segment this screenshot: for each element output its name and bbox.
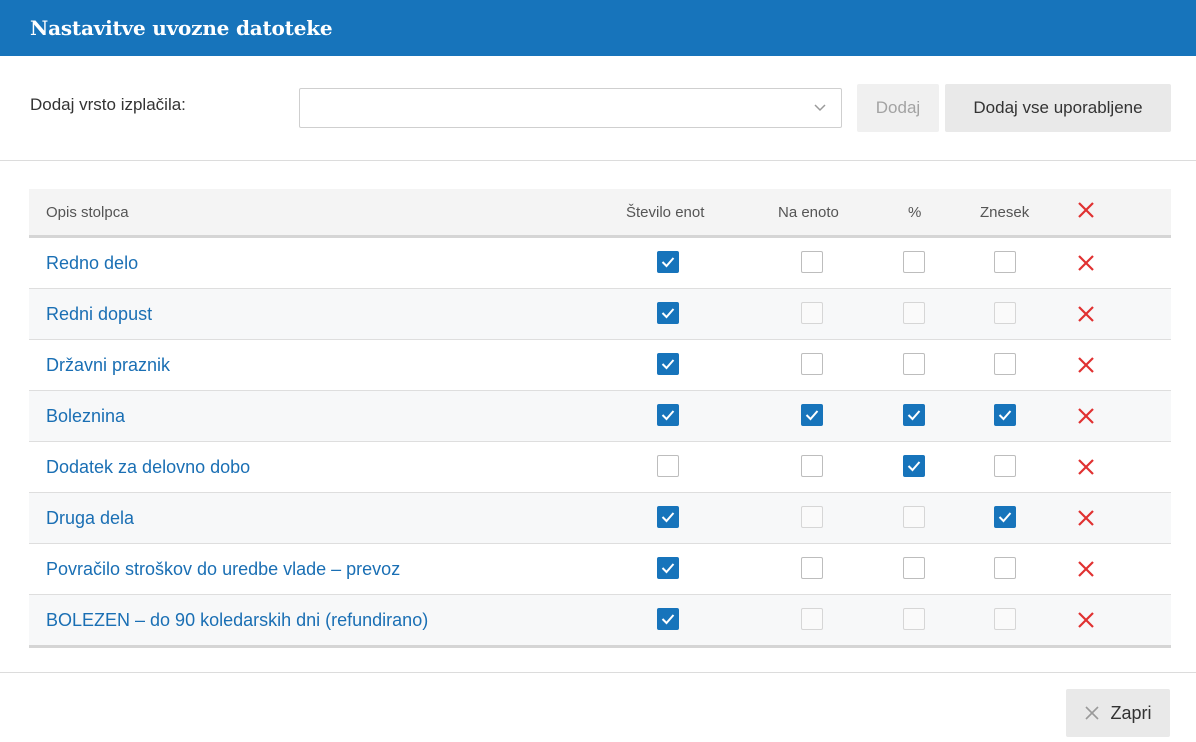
- chevron-down-icon: [814, 104, 826, 112]
- checkbox-units[interactable]: [657, 506, 679, 528]
- row-name-link[interactable]: Povračilo stroškov do uredbe vlade – pre…: [46, 544, 400, 594]
- payment-type-label: Dodaj vrsto izplačila:: [30, 95, 186, 114]
- delete-row-close-icon[interactable]: [1076, 457, 1096, 477]
- dialog-title: Nastavitve uvozne datoteke: [30, 16, 333, 40]
- checkbox-percent[interactable]: [903, 302, 925, 324]
- delete-row-close-icon[interactable]: [1076, 355, 1096, 375]
- checkbox-units[interactable]: [657, 455, 679, 477]
- check-icon: [661, 308, 675, 319]
- close-icon: [1085, 706, 1100, 720]
- checkbox-units[interactable]: [657, 251, 679, 273]
- checkbox-per-unit[interactable]: [801, 404, 823, 426]
- delete-row-close-icon[interactable]: [1076, 304, 1096, 324]
- checkbox-amount[interactable]: [994, 455, 1016, 477]
- check-icon: [661, 614, 675, 625]
- checkbox-amount[interactable]: [994, 353, 1016, 375]
- delete-row-close-icon[interactable]: [1076, 406, 1096, 426]
- table-row: Redni dopust: [29, 289, 1171, 340]
- payment-type-select[interactable]: [299, 88, 842, 128]
- delete-row-close-icon[interactable]: [1076, 559, 1096, 579]
- checkbox-percent[interactable]: [903, 557, 925, 579]
- close-button[interactable]: Zapri: [1066, 689, 1170, 737]
- checkbox-percent[interactable]: [903, 455, 925, 477]
- checkbox-amount[interactable]: [994, 251, 1016, 273]
- header-units: Število enot: [626, 203, 705, 221]
- table-row: BOLEZEN – do 90 koledarskih dni (refundi…: [29, 595, 1171, 648]
- row-name-link[interactable]: Druga dela: [46, 493, 134, 543]
- header-amount: Znesek: [980, 203, 1030, 221]
- checkbox-units[interactable]: [657, 557, 679, 579]
- table-row: Dodatek za delovno dobo: [29, 442, 1171, 493]
- checkbox-percent[interactable]: [903, 353, 925, 375]
- checkbox-amount[interactable]: [994, 404, 1016, 426]
- check-icon: [661, 563, 675, 574]
- checkbox-percent[interactable]: [903, 608, 925, 630]
- table-row: Boleznina: [29, 391, 1171, 442]
- checkbox-per-unit[interactable]: [801, 506, 823, 528]
- checkbox-units[interactable]: [657, 608, 679, 630]
- row-name-link[interactable]: Redni dopust: [46, 289, 152, 339]
- table-row: Povračilo stroškov do uredbe vlade – pre…: [29, 544, 1171, 595]
- check-icon: [907, 461, 921, 472]
- checkbox-units[interactable]: [657, 353, 679, 375]
- add-payment-type-bar: Dodaj vrsto izplačila: Dodaj Dodaj vse u…: [0, 56, 1196, 161]
- table-header: Opis stolpca Število enot Na enoto % Zne…: [29, 189, 1171, 238]
- checkbox-amount[interactable]: [994, 302, 1016, 324]
- check-icon: [661, 257, 675, 268]
- row-name-link[interactable]: Boleznina: [46, 391, 125, 441]
- add-all-used-button[interactable]: Dodaj vse uporabljene: [945, 84, 1171, 132]
- checkbox-per-unit[interactable]: [801, 455, 823, 477]
- check-icon: [998, 512, 1012, 523]
- check-icon: [805, 410, 819, 421]
- remove-all-close-icon[interactable]: [1076, 200, 1096, 220]
- checkbox-per-unit[interactable]: [801, 353, 823, 375]
- delete-row-close-icon[interactable]: [1076, 253, 1096, 273]
- check-icon: [998, 410, 1012, 421]
- checkbox-amount[interactable]: [994, 506, 1016, 528]
- checkbox-units[interactable]: [657, 302, 679, 324]
- header-percent: %: [908, 203, 922, 221]
- check-icon: [661, 512, 675, 523]
- row-name-link[interactable]: Dodatek za delovno dobo: [46, 442, 250, 492]
- checkbox-amount[interactable]: [994, 557, 1016, 579]
- header-per-unit: Na enoto: [778, 203, 839, 221]
- dialog-footer: Zapri: [0, 672, 1196, 742]
- checkbox-per-unit[interactable]: [801, 608, 823, 630]
- check-icon: [661, 410, 675, 421]
- table-row: Državni praznik: [29, 340, 1171, 391]
- close-button-label: Zapri: [1110, 702, 1152, 723]
- checkbox-amount[interactable]: [994, 608, 1016, 630]
- checkbox-percent[interactable]: [903, 404, 925, 426]
- row-name-link[interactable]: Redno delo: [46, 238, 138, 288]
- row-name-link[interactable]: Državni praznik: [46, 340, 170, 390]
- row-name-link[interactable]: BOLEZEN – do 90 koledarskih dni (refundi…: [46, 595, 428, 645]
- delete-row-close-icon[interactable]: [1076, 508, 1096, 528]
- table-body: Redno delo Redni dopust Državni praznik Bol…: [29, 238, 1171, 648]
- checkbox-per-unit[interactable]: [801, 557, 823, 579]
- delete-row-close-icon[interactable]: [1076, 610, 1096, 630]
- checkbox-percent[interactable]: [903, 251, 925, 273]
- header-description: Opis stolpca: [46, 203, 129, 221]
- dialog-header: Nastavitve uvozne datoteke: [0, 0, 1196, 56]
- add-button[interactable]: Dodaj: [857, 84, 939, 132]
- checkbox-per-unit[interactable]: [801, 251, 823, 273]
- table-row: Redno delo: [29, 238, 1171, 289]
- checkbox-units[interactable]: [657, 404, 679, 426]
- table-row: Druga dela: [29, 493, 1171, 544]
- check-icon: [907, 410, 921, 421]
- checkbox-per-unit[interactable]: [801, 302, 823, 324]
- check-icon: [661, 359, 675, 370]
- checkbox-percent[interactable]: [903, 506, 925, 528]
- columns-table: Opis stolpca Število enot Na enoto % Zne…: [29, 189, 1171, 648]
